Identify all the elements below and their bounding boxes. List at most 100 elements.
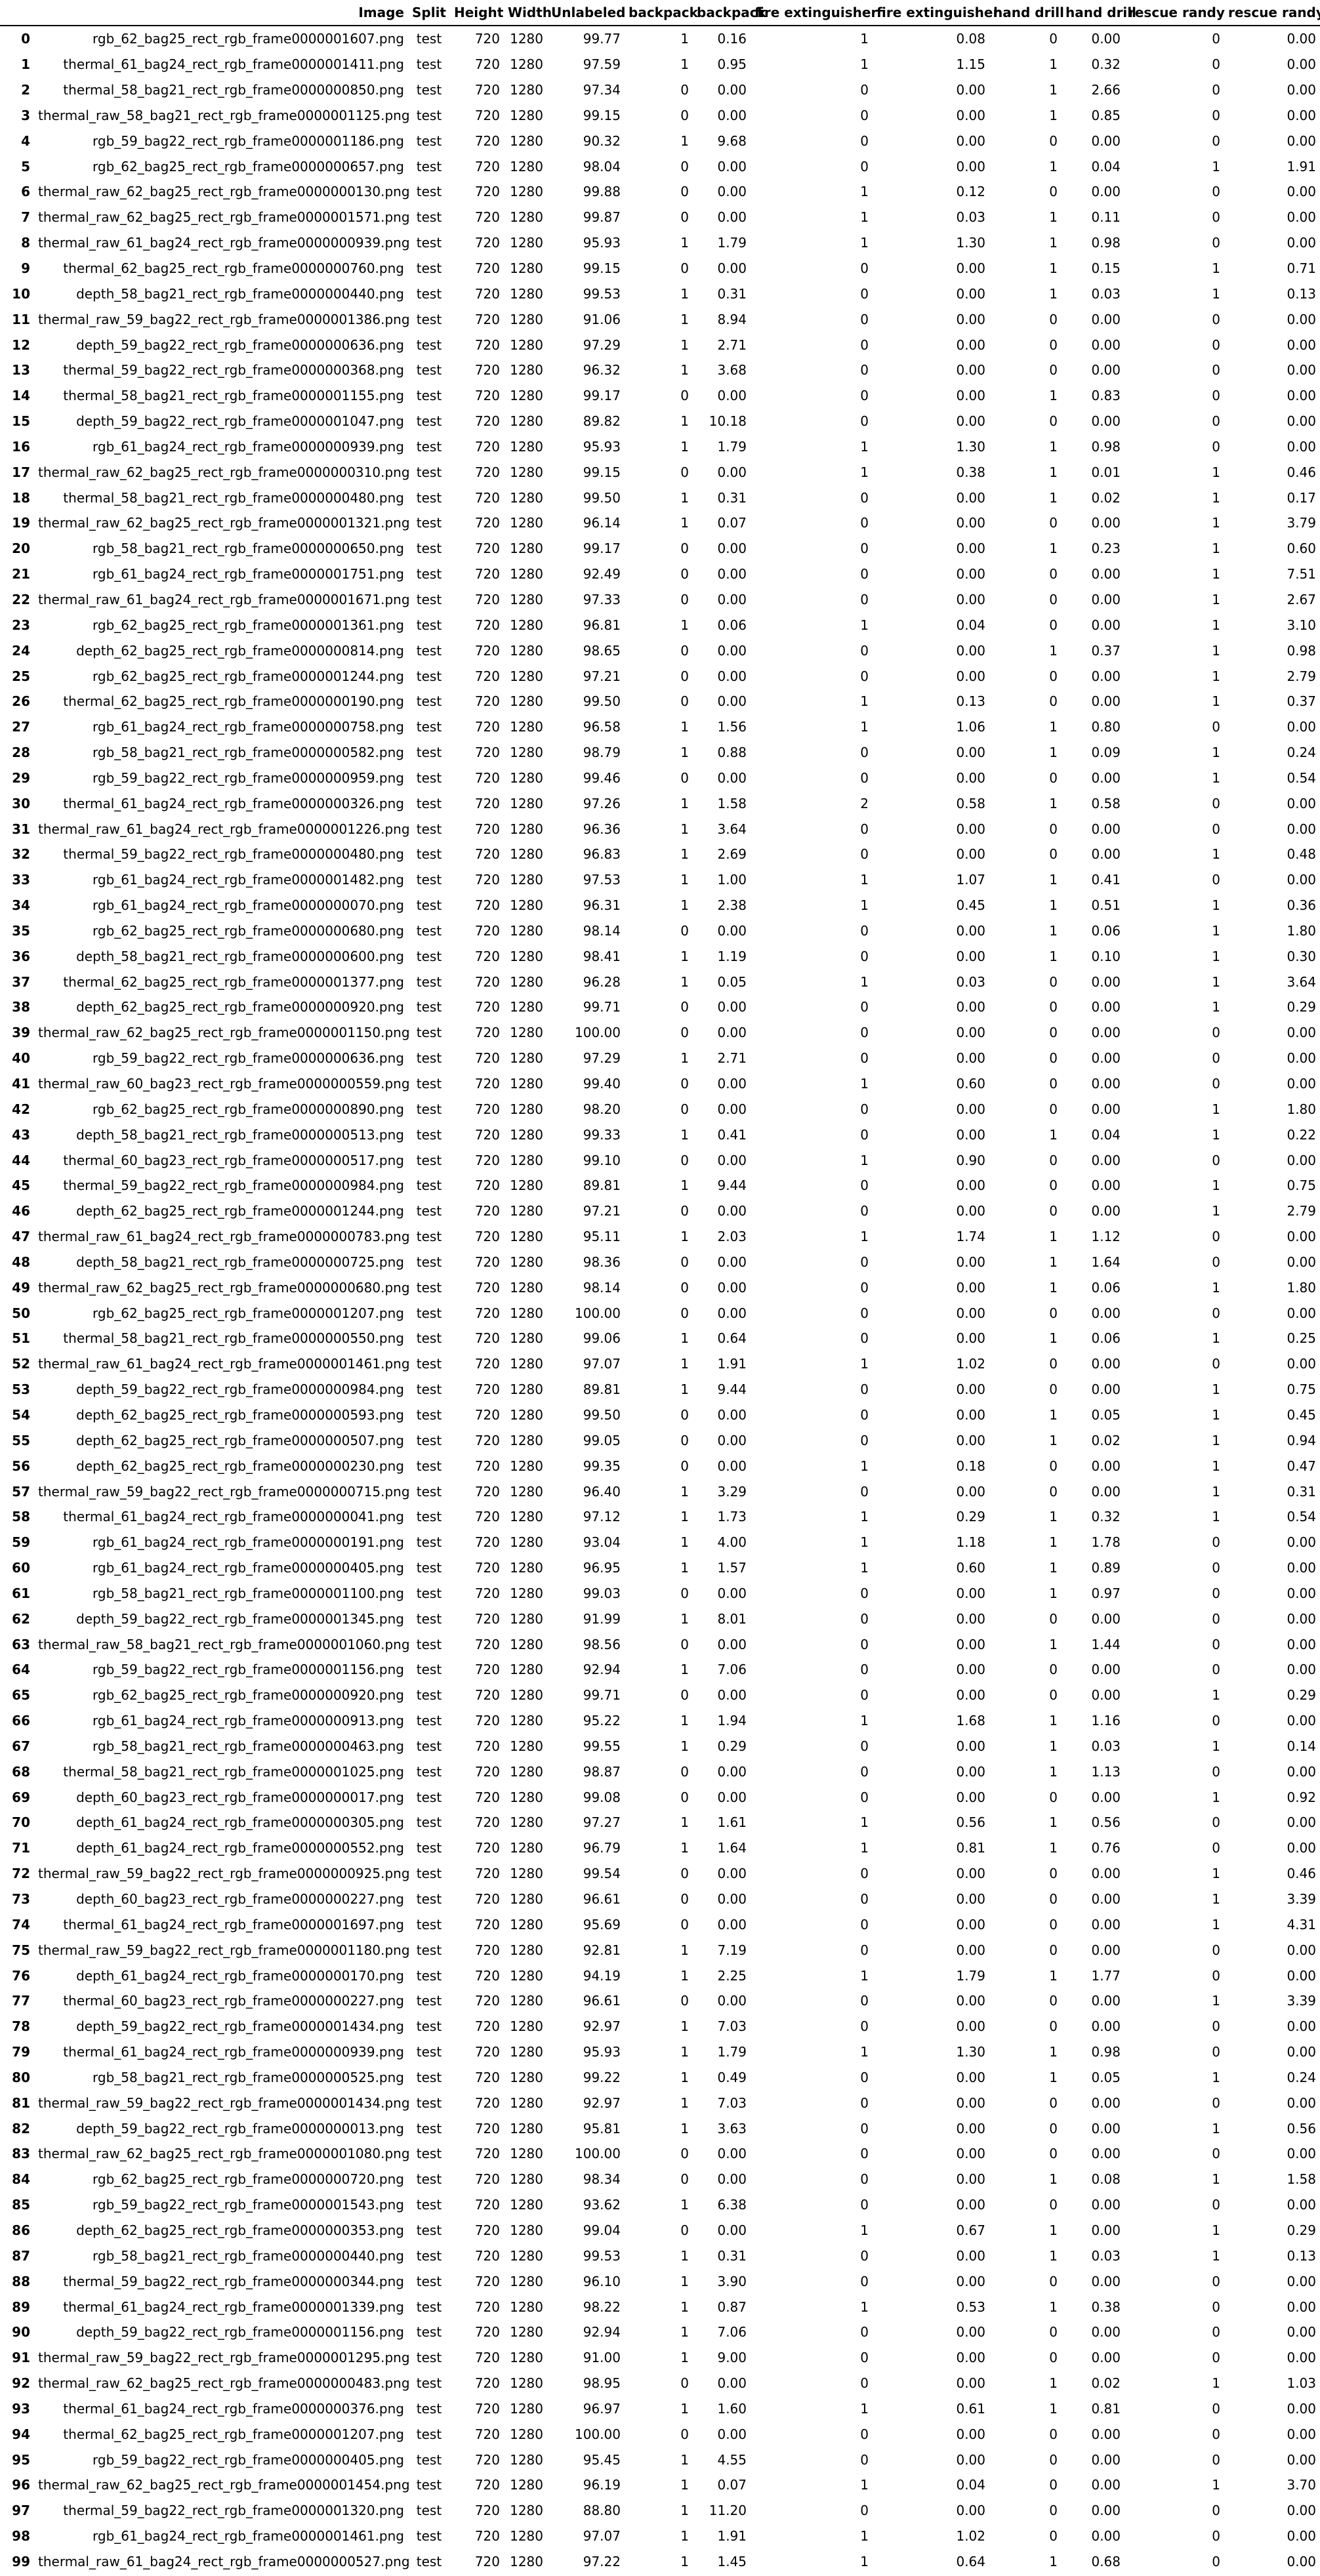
cell-rescue-randy-count: 1 (1212, 2171, 1220, 2188)
cell-rescue-randy-count: 1 (1212, 999, 1220, 1015)
cell-height: 720 (474, 2375, 500, 2392)
cell-split: test (416, 235, 442, 251)
cell-rescue-randy-pct: 3.10 (1287, 617, 1316, 633)
cell-split: test (416, 846, 442, 863)
cell-unlabeled: 99.33 (583, 1126, 621, 1143)
cell-backpack-pct: 3.64 (717, 821, 747, 837)
cell-fire-extinguisher-pct: 0.00 (956, 2171, 985, 2188)
table-row: 75 thermal_raw_59_bag22_rect_rgb_frame000… (0, 1937, 1320, 1963)
cell-width: 1280 (510, 1126, 543, 1143)
cell-fire-extinguisher-pct: 0.00 (956, 1050, 985, 1067)
cell-index: 78 (12, 2018, 30, 2035)
cell-height: 720 (474, 184, 500, 200)
cell-height: 720 (474, 719, 500, 735)
cell-hand-drill-count: 0 (1049, 311, 1058, 327)
cell-rescue-randy-count: 1 (1212, 2375, 1220, 2392)
table-row: 24 depth_62_bag25_rect_rgb_frame000000081… (0, 638, 1320, 663)
cell-backpack-count: 1 (680, 413, 689, 430)
cell-rescue-randy-count: 0 (1212, 107, 1220, 123)
cell-hand-drill-count: 0 (1049, 973, 1058, 990)
cell-rescue-randy-count: 1 (1212, 948, 1220, 964)
cell-unlabeled: 97.07 (583, 2528, 621, 2545)
cell-backpack-count: 1 (680, 846, 689, 863)
cell-unlabeled: 96.14 (583, 515, 621, 531)
cell-height: 720 (474, 1279, 500, 1296)
cell-height: 720 (474, 2146, 500, 2162)
cell-unlabeled: 95.69 (583, 1916, 621, 1932)
cell-rescue-randy-pct: 0.00 (1287, 184, 1316, 200)
cell-backpack-pct: 0.00 (717, 1101, 747, 1117)
cell-backpack-pct: 0.00 (717, 668, 747, 684)
cell-split: test (416, 1483, 442, 1500)
cell-hand-drill-pct: 1.44 (1091, 1636, 1121, 1652)
cell-backpack-pct: 6.38 (717, 2197, 747, 2213)
cell-hand-drill-pct: 0.00 (1091, 362, 1121, 378)
cell-rescue-randy-count: 0 (1212, 82, 1220, 98)
cell-backpack-count: 0 (680, 1763, 689, 1780)
cell-hand-drill-count: 1 (1049, 1126, 1058, 1143)
cell-backpack-pct: 1.45 (717, 2553, 747, 2569)
cell-rescue-randy-count: 0 (1212, 1305, 1220, 1321)
cell-rescue-randy-count: 1 (1212, 2069, 1220, 2085)
cell-backpack-count: 1 (680, 1840, 689, 1856)
cell-index: 34 (12, 897, 30, 914)
cell-unlabeled: 99.50 (583, 489, 621, 506)
cell-hand-drill-count: 0 (1049, 566, 1058, 583)
cell-backpack-pct: 0.00 (717, 693, 747, 710)
table-row: 28 rgb_58_bag21_rect_rgb_frame0000000582.… (0, 740, 1320, 766)
cell-height: 720 (474, 2426, 500, 2442)
cell-image: rgb_59_bag22_rect_rgb_frame0000001543.pn… (93, 2197, 404, 2213)
cell-rescue-randy-count: 0 (1212, 1560, 1220, 1576)
cell-image: rgb_58_bag21_rect_rgb_frame0000000650.pn… (93, 541, 404, 557)
cell-rescue-randy-count: 0 (1212, 872, 1220, 888)
cell-height: 720 (474, 897, 500, 914)
cell-fire-extinguisher-count: 0 (860, 158, 869, 174)
cell-unlabeled: 96.40 (583, 1483, 621, 1500)
cell-fire-extinguisher-count: 1 (860, 209, 869, 226)
cell-height: 720 (474, 566, 500, 583)
cell-rescue-randy-pct: 0.00 (1287, 1025, 1316, 1041)
cell-fire-extinguisher-count: 0 (860, 2018, 869, 2035)
cell-rescue-randy-count: 0 (1212, 388, 1220, 404)
cell-image: depth_59_bag22_rect_rgb_frame0000000636.… (76, 337, 404, 353)
cell-hand-drill-pct: 0.00 (1091, 2477, 1121, 2493)
cell-backpack-count: 0 (680, 2222, 689, 2238)
cell-index: 62 (12, 1610, 30, 1627)
cell-split: test (416, 1203, 442, 1219)
cell-hand-drill-pct: 0.09 (1091, 745, 1121, 761)
cell-fire-extinguisher-pct: 0.00 (956, 1738, 985, 1754)
cell-rescue-randy-pct: 0.48 (1287, 846, 1316, 863)
cell-index: 41 (12, 1076, 30, 1092)
cell-hand-drill-pct: 0.00 (1091, 31, 1121, 47)
cell-hand-drill-count: 1 (1049, 1840, 1058, 1856)
cell-height: 720 (474, 2477, 500, 2493)
cell-unlabeled: 98.87 (583, 1763, 621, 1780)
cell-rescue-randy-pct: 0.00 (1287, 1662, 1316, 1678)
cell-rescue-randy-count: 0 (1212, 2146, 1220, 2162)
cell-image: thermal_61_bag24_rect_rgb_frame000000169… (63, 1916, 404, 1932)
cell-backpack-count: 0 (680, 82, 689, 98)
cell-fire-extinguisher-count: 1 (860, 56, 869, 73)
cell-hand-drill-pct: 0.00 (1091, 1381, 1121, 1398)
cell-hand-drill-count: 0 (1049, 1305, 1058, 1321)
cell-hand-drill-pct: 0.98 (1091, 2044, 1121, 2060)
cell-hand-drill-count: 0 (1049, 1916, 1058, 1932)
cell-split: test (416, 642, 442, 659)
cell-hand-drill-pct: 0.05 (1091, 1406, 1121, 1423)
cell-height: 720 (474, 2018, 500, 2035)
cell-hand-drill-pct: 0.00 (1091, 1050, 1121, 1067)
cell-index: 66 (12, 1713, 30, 1729)
cell-hand-drill-pct: 0.00 (1091, 133, 1121, 149)
cell-rescue-randy-pct: 0.00 (1287, 1585, 1316, 1601)
cell-fire-extinguisher-count: 0 (860, 388, 869, 404)
cell-hand-drill-pct: 0.00 (1091, 2120, 1121, 2136)
cell-split: test (416, 1967, 442, 1984)
cell-rescue-randy-pct: 0.00 (1287, 1713, 1316, 1729)
table-row: 33 rgb_61_bag24_rect_rgb_frame0000001482.… (0, 867, 1320, 893)
cell-fire-extinguisher-count: 0 (860, 2426, 869, 2442)
cell-height: 720 (474, 1254, 500, 1270)
cell-hand-drill-pct: 0.97 (1091, 1585, 1121, 1601)
cell-fire-extinguisher-pct: 1.68 (956, 1713, 985, 1729)
cell-hand-drill-count: 0 (1049, 999, 1058, 1015)
cell-rescue-randy-count: 0 (1212, 2553, 1220, 2569)
